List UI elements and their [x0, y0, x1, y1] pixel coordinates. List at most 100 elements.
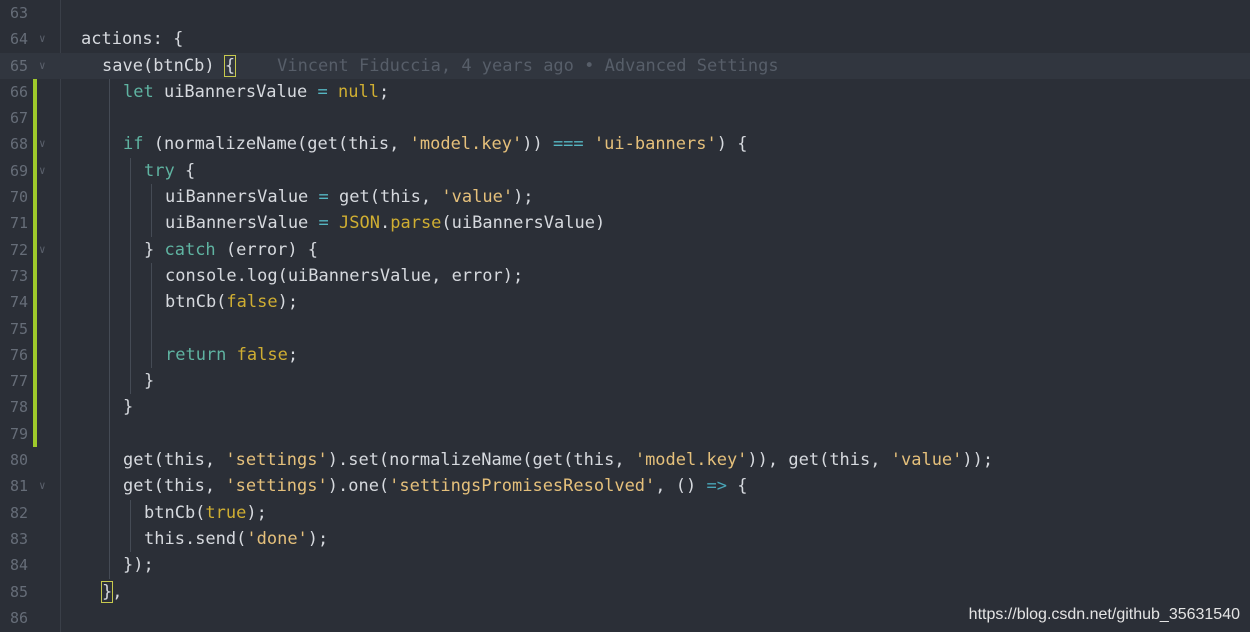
fold-chevron-icon[interactable]: ∨: [39, 53, 46, 79]
indent-guide: [151, 341, 152, 369]
code-line[interactable]: 75: [0, 315, 1250, 342]
code-text: get(this, 'settings').set(normalizeName(…: [123, 447, 993, 473]
code-line[interactable]: 64 ∨ actions: {: [0, 26, 1250, 52]
code-line[interactable]: 83 this.send('done');: [0, 525, 1250, 553]
line-number: 63: [9, 4, 28, 22]
code-line[interactable]: 69 ∨ try {: [0, 157, 1250, 185]
code-token: get(: [123, 476, 164, 497]
code-token: );: [246, 502, 267, 523]
code-token: });: [123, 555, 154, 576]
code-line[interactable]: 71 uiBannersValue = JSON.parse(uiBannersV…: [0, 210, 1250, 237]
code-line[interactable]: 68 ∨ if (normalizeName(get(this, 'model.ke…: [0, 131, 1250, 158]
code-line[interactable]: 76 return false;: [0, 341, 1250, 369]
code-line[interactable]: 70 uiBannersValue = get(this, 'value');: [0, 184, 1250, 211]
code-line[interactable]: 74 btnCb(false);: [0, 289, 1250, 316]
code-line[interactable]: 66 let uiBannersValue = null;: [0, 78, 1250, 106]
code-token: false: [236, 344, 288, 365]
indent-guide: [109, 262, 110, 290]
code-token: )): [522, 134, 553, 155]
code-token: 'model.key': [409, 134, 523, 155]
code-line[interactable]: 72 ∨} catch (error) {: [0, 236, 1250, 263]
code-token: =: [318, 187, 329, 208]
code-token: btnCb(: [144, 502, 206, 523]
code-lines[interactable]: 63 64 ∨ actions: {65 ∨ save(btnCb) {Vincent F…: [0, 0, 1250, 631]
code-line[interactable]: 77}: [0, 368, 1250, 395]
code-token: );: [513, 187, 534, 208]
indent-guide: [109, 341, 110, 369]
code-text: });: [123, 552, 154, 578]
code-token: ,: [420, 187, 442, 208]
indent-guide: [109, 78, 110, 106]
indent-guide: [151, 184, 152, 211]
code-token: {: [223, 54, 237, 77]
code-token: }: [100, 580, 114, 603]
code-token: let: [123, 81, 164, 102]
code-token: )), get(: [747, 450, 830, 471]
code-token: 'settings': [225, 450, 328, 471]
code-token: }: [144, 371, 155, 392]
code-token: =: [318, 213, 329, 234]
code-token: ).set(normalizeName(get(: [327, 450, 574, 471]
code-token: ,: [204, 476, 226, 497]
code-token: (normalizeName(get(: [153, 134, 349, 155]
code-line[interactable]: 65 ∨ save(btnCb) {Vincent Fiduccia, 4 year…: [0, 52, 1250, 79]
code-text: console.log(uiBannersValue, error);: [165, 263, 523, 289]
code-token: ;: [378, 81, 390, 102]
code-token: try: [144, 160, 185, 181]
code-token: ===: [552, 134, 584, 155]
code-token: .: [379, 213, 391, 234]
line-number: 82: [9, 503, 28, 522]
code-token: save: [102, 55, 143, 76]
code-token: 'settings': [225, 476, 328, 497]
indent-guide: [109, 105, 110, 132]
indent-guide: [109, 473, 110, 500]
indent-guide: [109, 315, 110, 342]
indent-guide: [109, 394, 110, 421]
modified-line-marker: [33, 236, 37, 263]
code-token: 'model.key': [634, 450, 748, 471]
code-token: {: [184, 160, 196, 181]
code-token: true: [205, 502, 247, 523]
code-token: this: [379, 187, 421, 208]
code-line[interactable]: 80 get(this, 'settings').set(normalizeNam…: [0, 447, 1250, 474]
code-text: save(btnCb) {Vincent Fiduccia, 4 years a…: [102, 53, 779, 79]
line-number: 85: [9, 582, 28, 601]
code-line[interactable]: 85},: [0, 579, 1250, 605]
fold-chevron-icon[interactable]: ∨: [39, 473, 46, 499]
indent-guide: [109, 499, 110, 526]
code-token: this: [163, 476, 205, 497]
code-token: if: [123, 134, 154, 155]
code-line[interactable]: 63: [0, 0, 1250, 26]
code-token: , (): [655, 476, 707, 497]
modified-line-marker: [33, 368, 37, 395]
code-text: btnCb(false);: [165, 289, 298, 315]
line-number: 66: [9, 82, 28, 101]
code-line[interactable]: 84});: [0, 552, 1250, 579]
code-text: uiBannersValue = get(this, 'value');: [165, 184, 534, 210]
code-line[interactable]: 67: [0, 105, 1250, 132]
fold-chevron-icon[interactable]: ∨: [39, 237, 46, 263]
fold-chevron-icon[interactable]: ∨: [39, 131, 46, 157]
fold-chevron-icon[interactable]: ∨: [39, 158, 46, 184]
code-line[interactable]: 79: [0, 420, 1250, 448]
indent-guide: [109, 184, 110, 211]
indent-guide: [130, 210, 131, 237]
code-line[interactable]: 78}: [0, 394, 1250, 421]
indent-guide: [151, 262, 152, 290]
modified-line-marker: [33, 420, 37, 448]
code-token: );: [307, 528, 329, 549]
code-line[interactable]: 81 ∨ get(this, 'settings').one('settingsPr…: [0, 473, 1250, 500]
code-token: ) {: [716, 134, 748, 155]
code-token: (uiBannersValue): [441, 213, 606, 234]
code-line[interactable]: 73 console.log(uiBannersValue, error);: [0, 262, 1250, 290]
watermark: https://blog.csdn.net/github_35631540: [968, 606, 1240, 623]
indent-guide: [109, 447, 110, 474]
indent-guide: [130, 157, 131, 185]
code-token: =>: [706, 476, 727, 497]
code-editor[interactable]: 63 64 ∨ actions: {65 ∨ save(btnCb) {Vincent F…: [0, 0, 1250, 632]
code-line[interactable]: 82 btnCb(true);: [0, 499, 1250, 526]
fold-chevron-icon[interactable]: ∨: [39, 26, 46, 52]
modified-line-marker: [33, 315, 37, 342]
indent-guide: [130, 525, 131, 553]
